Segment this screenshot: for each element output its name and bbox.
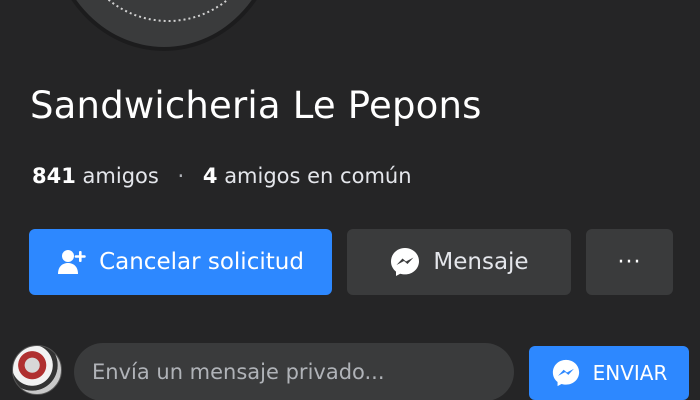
- friends-label: amigos: [82, 164, 159, 188]
- messenger-icon: [389, 246, 421, 278]
- friends-info: 841 amigos · 4 amigos en común: [32, 164, 412, 188]
- messenger-icon: [551, 358, 581, 388]
- cancel-request-label: Cancelar solicitud: [99, 249, 304, 275]
- page-title: Sandwicheria Le Pepons: [30, 84, 482, 127]
- mutual-friends-label: amigos en común: [224, 164, 412, 188]
- logo-ring: [107, 0, 229, 22]
- logo-text: LE PEPONS: [116, 40, 221, 51]
- send-label: ENVIAR: [592, 361, 668, 385]
- message-button[interactable]: Mensaje: [347, 229, 571, 295]
- person-add-icon: [57, 248, 87, 276]
- friends-count: 841: [32, 164, 76, 188]
- avatar: [12, 345, 62, 395]
- profile-logo: LE PEPONS: [107, 0, 229, 51]
- more-icon: ···: [617, 249, 642, 275]
- more-button[interactable]: ···: [586, 229, 673, 295]
- message-label: Mensaje: [433, 249, 529, 275]
- profile-page: LE PEPONS Sandwicheria Le Pepons 841 ami…: [0, 0, 700, 400]
- profile-picture[interactable]: LE PEPONS: [48, 0, 280, 51]
- send-button[interactable]: ENVIAR: [529, 346, 689, 400]
- private-message-input[interactable]: [74, 343, 514, 400]
- separator-dot: ·: [177, 164, 185, 188]
- cancel-request-button[interactable]: Cancelar solicitud: [29, 229, 332, 295]
- mutual-friends-count: 4: [202, 164, 218, 188]
